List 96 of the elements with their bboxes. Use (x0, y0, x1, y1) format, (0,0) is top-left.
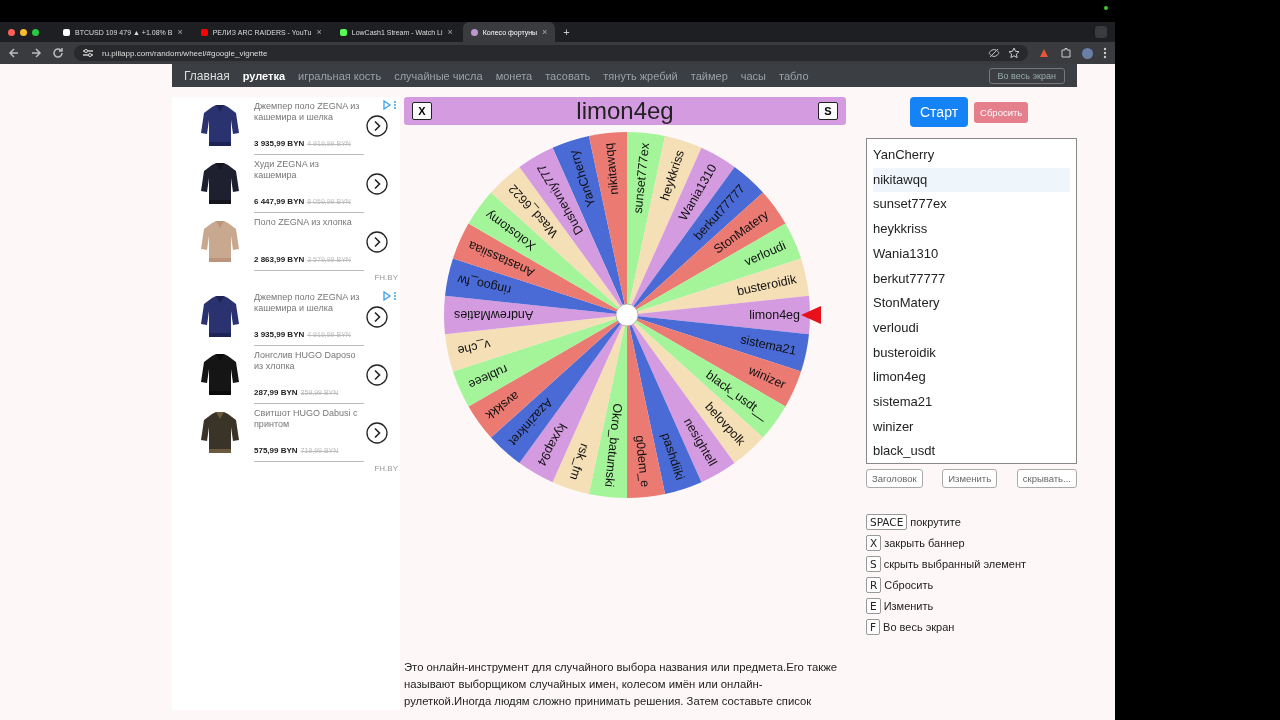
wheel-hub (615, 303, 639, 327)
ad-source[interactable]: FH.BY (374, 273, 398, 282)
keyboard-key: F (866, 619, 881, 635)
keyboard-key: R (866, 577, 882, 593)
shortcut-label: Сбросить (884, 579, 934, 591)
hide-item-button[interactable]: S (818, 102, 838, 120)
product-title[interactable]: Лонгслив HUGO Daposo из хлопка (254, 350, 364, 372)
arrow-button-icon[interactable] (366, 173, 388, 195)
shortcut-label: закрыть баннер (884, 537, 965, 549)
name-entry: sunset777ex (873, 195, 948, 214)
product-price: 575,99 BYN (254, 446, 298, 455)
product-price: 3 935,99 BYN (254, 330, 305, 339)
action-button[interactable]: Изменить (942, 469, 998, 488)
name-entry: black_usdt (873, 442, 937, 461)
name-entry: busteroidik (873, 343, 937, 362)
url-text: ru.piliapp.com/random/wheel/#google_vignette (102, 48, 268, 58)
product-title[interactable]: Джемпер поло ZEGNA из кашемира и шелка (254, 101, 364, 123)
keyboard-key: SPACE (866, 514, 908, 530)
name-entry: nikitawqq (873, 167, 1070, 193)
nav-link[interactable]: рулетка (242, 69, 286, 82)
address-bar[interactable]: ru.piliapp.com/random/wheel/#google_vignette (74, 45, 1028, 61)
wheel-label: nikitawqq (601, 142, 622, 196)
nav-link[interactable]: таймер (690, 69, 728, 82)
shortcut-label: Изменить (883, 600, 934, 612)
shortcut-label: скрыть выбранный элемент (883, 558, 1027, 570)
wheel-label: sistema21 (739, 332, 798, 358)
bookmark-star-icon[interactable] (1008, 47, 1020, 59)
keyboard-key: X (866, 535, 882, 551)
reset-button[interactable]: Сбросить (974, 101, 1029, 123)
name-entry: YanCherry (873, 146, 936, 164)
new-tab-button[interactable]: + (563, 26, 570, 38)
product-title[interactable]: Свитшот HUGO Dabusi с принтом (254, 408, 364, 430)
close-banner-button[interactable]: X (412, 102, 432, 120)
nav-link[interactable]: часы (740, 69, 767, 82)
nav-link[interactable]: тасовать (545, 69, 591, 82)
name-entry: winizer (873, 417, 915, 436)
reload-icon[interactable] (52, 47, 64, 59)
arrow-button-icon[interactable] (366, 422, 388, 444)
wheel-label: g0dem_e (632, 434, 653, 488)
arrow-button-icon[interactable] (366, 231, 388, 253)
nav-link[interactable]: табло (779, 69, 809, 82)
name-entry: heykkriss (873, 220, 929, 239)
product-title[interactable]: Поло ZEGNA из хлопка (254, 217, 364, 228)
product-title[interactable]: Худи ZEGNA из кашемира (254, 159, 364, 181)
ad-source[interactable]: FH.BY (374, 464, 398, 473)
selected-name: limon4eg (576, 97, 674, 125)
profile-avatar[interactable] (1082, 47, 1093, 59)
ad-choices-icon[interactable] (383, 100, 397, 110)
wheel-label: rsk_fm (566, 441, 592, 482)
action-button[interactable]: Заголовок (866, 469, 923, 488)
arrow-button-icon[interactable] (366, 115, 388, 137)
forward-icon[interactable] (30, 47, 42, 59)
name-entry: StonMatery (873, 294, 941, 313)
site-settings-icon[interactable] (82, 47, 94, 59)
wheel-label: ringoo_fw (456, 272, 513, 298)
arrow-button-icon[interactable] (366, 306, 388, 328)
ad-choices-icon[interactable] (383, 291, 397, 301)
nav-link[interactable]: монета (495, 69, 533, 82)
wheel-label: Okro_batumski (601, 402, 625, 488)
nav-link[interactable]: Главная (184, 68, 230, 83)
shortcut-label: Во весь экран (883, 621, 955, 633)
arrow-button-icon[interactable] (366, 364, 388, 386)
wheel-label: limon4eg (749, 308, 800, 322)
names-textarea[interactable]: YanCherry nikitawqq sunset777ex heykkriss Wania1310 berkut77777 StonMatery verloudi busteroidik limon4eg sistema21 winizer black_usdt (866, 138, 1077, 464)
window-controls-icon[interactable] (8, 28, 39, 36)
product-title[interactable]: Джемпер поло ZEGNA из кашемира и шелка (254, 292, 364, 314)
wheel-label: busteroidik (735, 272, 798, 299)
back-icon[interactable] (8, 47, 20, 59)
status-light-icon (1104, 6, 1108, 10)
name-entry: verloudi (873, 318, 920, 337)
wheel-label: AndrewMaties (454, 308, 534, 322)
nav-link[interactable]: тянуть жребий (603, 69, 678, 82)
wheel-label: sunset777ex (630, 142, 653, 215)
action-button[interactable]: скрывать... (1016, 469, 1077, 488)
description-text: Это онлайн-инструмент для случайного выбора названия или предмета.Его также называют выборщиком случайных имен, колесом имён или онлайн-рулеткой.Иногда людям сложно принимать решения. Затем составьте список (404, 660, 839, 709)
shortcut-label: покрутите (910, 516, 961, 528)
start-button[interactable]: Старт (910, 97, 969, 127)
product-price: 287,99 BYN (254, 388, 298, 397)
name-entry: limon4eg (873, 368, 927, 387)
pointer-icon (801, 306, 821, 324)
product-price: 6 447,99 BYN (254, 197, 305, 206)
puzzle-icon[interactable] (1060, 47, 1072, 59)
name-entry: berkut77777 (873, 269, 947, 288)
name-entry: Wania1310 (873, 244, 940, 263)
keyboard-key: E (866, 598, 881, 614)
keyboard-key: S (866, 556, 881, 572)
eye-off-icon[interactable] (988, 47, 1000, 59)
fullscreen-button[interactable]: Во весь экран (988, 67, 1065, 84)
product-price: 3 935,99 BYN (254, 139, 305, 148)
product-price: 2 863,99 BYN (254, 255, 305, 264)
extension-icon[interactable] (1038, 47, 1050, 59)
name-entry: sistema21 (873, 393, 934, 412)
more-menu-icon[interactable] (1103, 47, 1107, 59)
wheel-label: v_che (456, 337, 492, 358)
nav-link[interactable]: игральная кость (298, 69, 382, 82)
nav-link[interactable]: случайные числа (394, 69, 483, 82)
